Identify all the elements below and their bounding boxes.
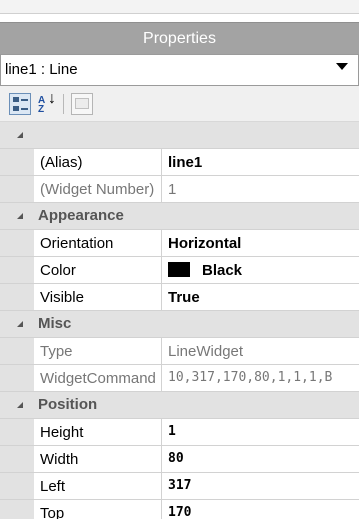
category-position[interactable]: Position [0,392,359,419]
property-value[interactable]: 317 [162,473,359,499]
property-value: 10,317,170,80,1,1,1,B [168,370,333,385]
property-row-widget-number[interactable]: (Widget Number) 1 [0,176,359,203]
property-value[interactable]: 80 [162,446,359,472]
color-swatch [168,262,190,277]
property-value[interactable]: 170 [162,500,359,519]
property-row-alias[interactable]: (Alias) line1 [0,149,359,176]
property-name: Height [34,419,162,445]
toolbar-separator [63,94,64,114]
color-value-label: Black [202,262,243,279]
property-pages-icon[interactable] [71,93,93,115]
property-name: Color [34,257,162,283]
property-value[interactable]: Horizontal [162,230,359,256]
property-row-left[interactable]: Left 317 [0,473,359,500]
property-row-height[interactable]: Height 1 [0,419,359,446]
categorized-icon[interactable] [9,93,31,115]
dropdown-arrow-icon[interactable] [336,63,348,70]
collapse-triangle-icon[interactable] [17,213,23,219]
panel-title: Properties [143,30,216,47]
selected-object-label: line1 : Line [5,61,78,78]
property-grid: (Alias) line1 (Widget Number) 1 Appearan… [0,122,359,519]
top-strip [0,0,359,14]
properties-title-bar: Properties [0,22,359,54]
property-row-widget-command[interactable]: WidgetCommand 10,317,170,80,1,1,1,B [0,365,359,392]
property-name: Visible [34,284,162,310]
property-row-type[interactable]: Type LineWidget [0,338,359,365]
property-value[interactable]: True [162,284,359,310]
properties-toolbar: A Z ↓ [0,86,359,122]
property-row-color[interactable]: Color Black [0,257,359,284]
property-value[interactable]: line1 [162,149,359,175]
property-name: Type [34,338,162,364]
property-name: Orientation [34,230,162,256]
category-appearance[interactable]: Appearance [0,203,359,230]
collapse-triangle-icon[interactable] [17,402,23,408]
collapse-triangle-icon[interactable] [17,321,23,327]
object-selector-dropdown[interactable]: line1 : Line [0,54,359,86]
property-name: (Alias) [34,149,162,175]
category-label: Position [38,396,98,413]
property-name: Top [34,500,162,519]
property-value: 1 [168,181,177,198]
property-row-top[interactable]: Top 170 [0,500,359,519]
category-label: Appearance [38,207,124,224]
alphabetical-sort-icon[interactable]: A Z ↓ [36,91,58,115]
collapse-triangle-icon[interactable] [17,132,23,138]
category-general[interactable] [0,122,359,149]
property-row-orientation[interactable]: Orientation Horizontal [0,230,359,257]
property-name: Width [34,446,162,472]
property-name: (Widget Number) [34,176,162,202]
property-value: LineWidget [168,343,244,360]
property-name: Left [34,473,162,499]
property-row-visible[interactable]: Visible True [0,284,359,311]
property-name: WidgetCommand [34,365,162,391]
property-row-width[interactable]: Width 80 [0,446,359,473]
property-value[interactable]: 1 [162,419,359,445]
category-misc[interactable]: Misc [0,311,359,338]
category-label: Misc [38,315,72,332]
property-value-color[interactable]: Black [162,257,359,283]
